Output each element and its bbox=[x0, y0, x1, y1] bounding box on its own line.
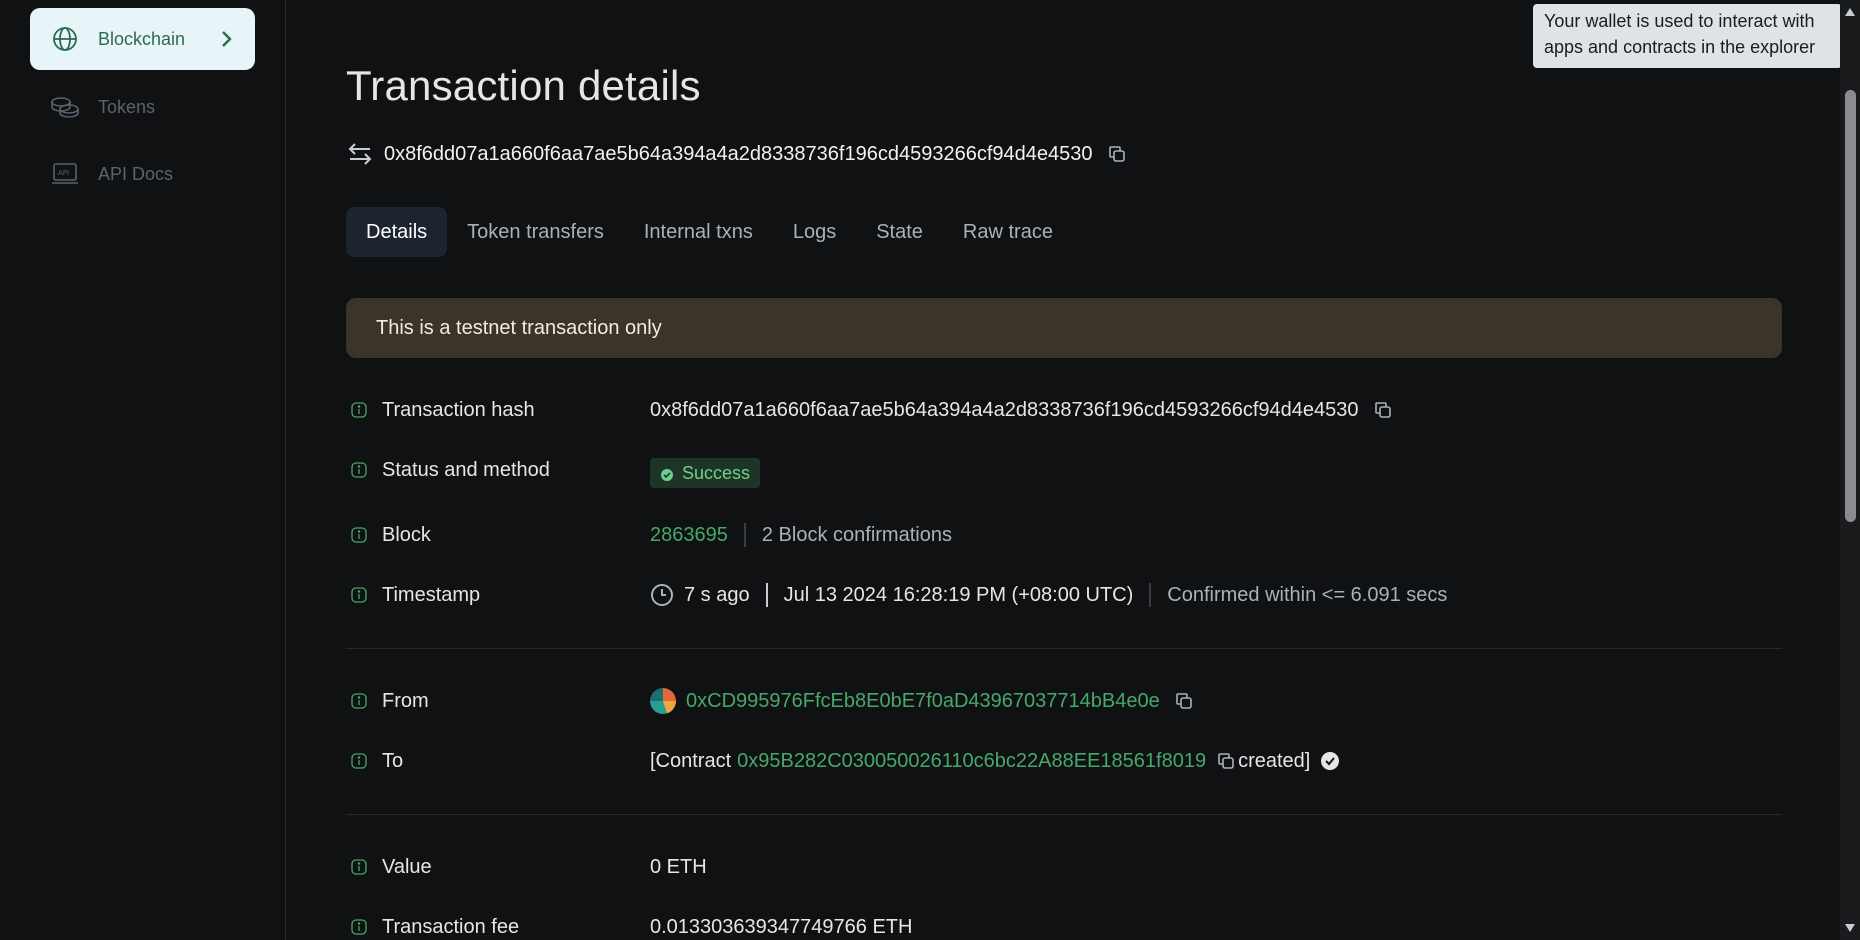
page-title: Transaction details bbox=[346, 62, 701, 109]
info-icon[interactable] bbox=[350, 586, 368, 604]
timestamp-confirmed: Confirmed within <= 6.091 secs bbox=[1167, 583, 1448, 606]
tx-hash-title: 0x8f6dd07a1a660f6aa7ae5b64a394a4a2d83387… bbox=[384, 142, 1093, 165]
sidebar-item-label: Tokens bbox=[98, 96, 156, 117]
tab-token-transfers[interactable]: Token transfers bbox=[447, 207, 624, 257]
tx-hash-value: 0x8f6dd07a1a660f6aa7ae5b64a394a4a2d83387… bbox=[650, 398, 1359, 421]
detail-label: To bbox=[382, 749, 404, 772]
check-circle-icon bbox=[660, 466, 674, 481]
from-address-link[interactable]: 0xCD995976FfcEb8E0bE7f0aD43967037714bB4e… bbox=[686, 690, 1160, 713]
tooltip-line: apps and contracts in the explorer bbox=[1544, 37, 1816, 57]
info-icon[interactable] bbox=[350, 752, 368, 770]
detail-label: Transaction hash bbox=[382, 398, 535, 421]
detail-row-to: To [Contract 0x95B282C030050026110c6bc22… bbox=[346, 746, 1782, 776]
to-contract-address-link[interactable]: 0x95B282C030050026110c6bc22A88EE18561f80… bbox=[737, 750, 1206, 773]
detail-label: Transaction fee bbox=[382, 915, 520, 938]
divider bbox=[346, 648, 1782, 649]
wallet-tooltip: Your wallet is used to interact with app… bbox=[1533, 4, 1842, 68]
fee-amount: 0.013303639347749766 ETH bbox=[650, 915, 913, 938]
detail-label: Value bbox=[382, 855, 432, 878]
detail-label: Status and method bbox=[382, 458, 550, 481]
info-icon[interactable] bbox=[350, 526, 368, 544]
info-icon[interactable] bbox=[350, 401, 368, 419]
detail-row-status: Status and method Success bbox=[346, 455, 1782, 488]
sidebar-item-tokens[interactable]: Tokens bbox=[30, 76, 255, 138]
scrollbar[interactable] bbox=[1840, 0, 1860, 940]
detail-label: From bbox=[382, 689, 429, 712]
separator bbox=[743, 523, 746, 547]
detail-label: Timestamp bbox=[382, 583, 481, 606]
tx-hash-header: 0x8f6dd07a1a660f6aa7ae5b64a394a4a2d83387… bbox=[346, 140, 1127, 168]
block-number-link[interactable]: 2863695 bbox=[650, 524, 728, 547]
detail-value: 2863695 2 Block confirmations bbox=[650, 523, 952, 547]
tab-internal-txns[interactable]: Internal txns bbox=[624, 207, 773, 257]
api-icon: API bbox=[50, 159, 80, 189]
to-suffix: created] bbox=[1238, 749, 1311, 772]
divider bbox=[346, 814, 1782, 815]
svg-text:API: API bbox=[58, 169, 69, 177]
separator bbox=[765, 583, 768, 607]
to-prefix: [Contract bbox=[650, 749, 732, 772]
detail-label: Block bbox=[382, 523, 431, 546]
verified-check-icon bbox=[1320, 751, 1340, 771]
coins-icon bbox=[50, 92, 80, 122]
tooltip-line: Your wallet is used to interact with bbox=[1544, 11, 1815, 31]
copy-icon[interactable] bbox=[1216, 751, 1236, 771]
info-icon[interactable] bbox=[350, 692, 368, 710]
detail-row-from: From 0xCD995976FfcEb8E0bE7f0aD4396703771… bbox=[346, 686, 1782, 716]
detail-row-value: Value 0 ETH bbox=[346, 852, 1782, 882]
tab-logs[interactable]: Logs bbox=[773, 207, 856, 257]
globe-icon bbox=[50, 24, 80, 54]
clock-icon bbox=[650, 583, 674, 607]
tabs: Details Token transfers Internal txns Lo… bbox=[346, 207, 1073, 257]
separator bbox=[1149, 583, 1152, 607]
detail-value: 7 s ago Jul 13 2024 16:28:19 PM (+08:00 … bbox=[650, 583, 1447, 607]
main-content: Transaction details 0x8f6dd07a1a660f6aa7… bbox=[346, 0, 1782, 940]
sidebar-item-blockchain[interactable]: Blockchain bbox=[30, 8, 255, 70]
scroll-down-icon[interactable] bbox=[1843, 922, 1857, 934]
sidebar-item-label: Blockchain bbox=[98, 28, 186, 49]
detail-row-timestamp: Timestamp 7 s ago Jul 13 2024 16:28:19 P… bbox=[346, 580, 1782, 610]
timestamp-ago: 7 s ago bbox=[684, 583, 750, 606]
sidebar: Blockchain Tokens API API Docs bbox=[0, 0, 286, 940]
info-icon[interactable] bbox=[350, 918, 368, 936]
detail-value: [Contract 0x95B282C030050026110c6bc22A88… bbox=[650, 750, 1340, 773]
tab-state[interactable]: State bbox=[856, 207, 943, 257]
copy-icon[interactable] bbox=[1174, 691, 1194, 711]
detail-value: Success bbox=[650, 458, 761, 488]
sidebar-item-api-docs[interactable]: API API Docs bbox=[30, 143, 255, 205]
sidebar-item-label: API Docs bbox=[98, 163, 174, 184]
detail-row-tx-hash: Transaction hash 0x8f6dd07a1a660f6aa7ae5… bbox=[346, 395, 1782, 425]
timestamp-date: Jul 13 2024 16:28:19 PM (+08:00 UTC) bbox=[783, 583, 1134, 606]
info-icon[interactable] bbox=[350, 858, 368, 876]
detail-row-block: Block 2863695 2 Block confirmations bbox=[346, 520, 1782, 550]
chevron-right-icon bbox=[215, 27, 237, 51]
value-amount: 0 ETH bbox=[650, 855, 707, 878]
tab-details[interactable]: Details bbox=[346, 207, 448, 257]
swap-arrows-icon bbox=[346, 140, 374, 168]
detail-value: 0xCD995976FfcEb8E0bE7f0aD43967037714bB4e… bbox=[650, 688, 1194, 714]
status-text: Success bbox=[682, 462, 751, 483]
copy-icon[interactable] bbox=[1373, 400, 1393, 420]
detail-value: 0x8f6dd07a1a660f6aa7ae5b64a394a4a2d83387… bbox=[650, 399, 1393, 422]
scrollbar-thumb[interactable] bbox=[1845, 90, 1856, 522]
testnet-alert: This is a testnet transaction only bbox=[346, 298, 1782, 358]
scroll-up-icon[interactable] bbox=[1843, 6, 1857, 18]
info-icon[interactable] bbox=[350, 461, 368, 479]
detail-row-fee: Transaction fee 0.013303639347749766 ETH bbox=[346, 912, 1782, 940]
status-badge: Success bbox=[650, 458, 761, 488]
address-avatar bbox=[650, 688, 676, 714]
copy-icon[interactable] bbox=[1107, 144, 1127, 164]
tab-raw-trace[interactable]: Raw trace bbox=[943, 207, 1073, 257]
block-confirmations: 2 Block confirmations bbox=[761, 523, 952, 546]
